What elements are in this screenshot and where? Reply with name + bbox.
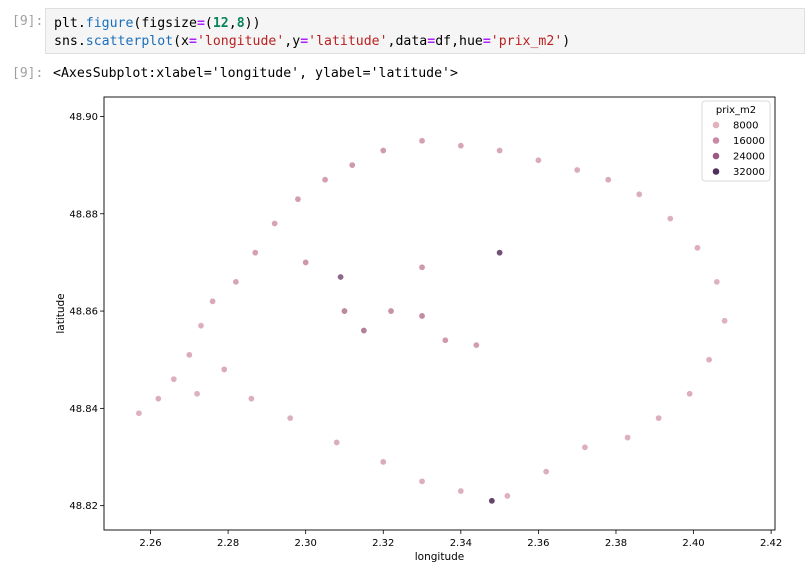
scatter-point (581, 443, 589, 451)
legend-marker (712, 152, 720, 160)
scatter-point (418, 312, 426, 320)
scatter-point (302, 258, 310, 266)
legend-label: 16000 (733, 136, 765, 147)
legend-marker (712, 167, 720, 176)
scatter-point (418, 137, 426, 145)
scatter-point (271, 219, 279, 227)
scatter-point (457, 142, 465, 150)
y-tick-label: 48.88 (69, 209, 98, 220)
scatter-point (721, 317, 729, 325)
x-tick-label: 2.28 (217, 538, 239, 549)
scatter-point (340, 307, 348, 315)
scatter-point (457, 487, 465, 495)
scatter-point (379, 147, 387, 155)
legend-marker (712, 121, 720, 129)
x-tick-label: 2.30 (295, 538, 317, 549)
scatter-point (693, 244, 701, 252)
scatter-point (542, 468, 550, 476)
y-axis-label: latitude (55, 293, 67, 333)
scatter-point (232, 278, 240, 286)
legend-title: prix_m2 (716, 105, 756, 116)
scatter-point (624, 434, 632, 442)
scatter-point (193, 390, 201, 398)
legend-marker (712, 136, 720, 145)
scatter-point (170, 375, 178, 383)
x-tick-label: 2.38 (605, 538, 627, 549)
scatter-point (713, 278, 721, 286)
scatter-point (573, 166, 581, 174)
scatter-point (185, 351, 193, 359)
scatter-point (534, 156, 542, 164)
axes-frame (103, 96, 776, 531)
scatter-point (247, 395, 255, 403)
x-tick-label: 2.40 (682, 538, 704, 549)
scatter-point (286, 414, 294, 422)
scatter-point (418, 477, 426, 485)
scatter-point (635, 190, 643, 198)
scatter-point (348, 161, 356, 169)
x-tick-label: 2.36 (527, 538, 549, 549)
scatter-point (387, 307, 395, 315)
scatter-point (337, 273, 345, 281)
scatter-point (496, 147, 504, 155)
scatter-point (379, 458, 387, 466)
scatter-point (333, 438, 341, 446)
scatter-point (197, 322, 205, 330)
y-tick-label: 48.90 (69, 112, 98, 123)
scatter-point (705, 356, 713, 364)
scatter-point (360, 327, 368, 335)
y-tick-label: 48.82 (69, 501, 98, 512)
scatter-point (441, 336, 449, 344)
x-tick-label: 2.34 (450, 538, 472, 549)
y-tick-label: 48.86 (69, 307, 98, 318)
scatter-point (686, 390, 694, 398)
scatter-point (503, 492, 511, 500)
scatter-point (604, 176, 612, 184)
scatter-point (655, 414, 663, 422)
x-axis-label: longitude (415, 551, 464, 563)
scatter-point (251, 249, 259, 257)
scatter-chart: 2.26 2.28 2.30 2.32 2.34 2.36 2.38 2.40 2.42 48.8… (55, 96, 782, 563)
scatter-point (209, 297, 217, 305)
x-tick-label: 2.42 (760, 538, 782, 549)
scatter-point (472, 341, 480, 349)
scatter-point (666, 215, 674, 223)
axes: 2.26 2.28 2.30 2.32 2.34 2.36 2.38 2.40 2.42 48.8… (55, 96, 782, 563)
scatter-point (496, 249, 504, 257)
scatter-point (321, 176, 329, 184)
scatter-point (135, 409, 143, 417)
legend: prix_m2 8000 16000 24000 32000 (701, 100, 771, 182)
y-tick-label: 48.84 (69, 404, 98, 415)
scatter-point (220, 365, 228, 373)
legend-label: 24000 (733, 152, 765, 163)
plot-area (135, 137, 729, 505)
scatter-point (294, 195, 302, 203)
legend-label: 8000 (733, 121, 758, 132)
scatter-point (418, 263, 426, 271)
scatter-point (154, 395, 162, 403)
x-tick-label: 2.32 (372, 538, 394, 549)
scatter-point (488, 497, 496, 505)
x-tick-label: 2.26 (139, 538, 161, 549)
legend-label: 32000 (733, 167, 765, 178)
